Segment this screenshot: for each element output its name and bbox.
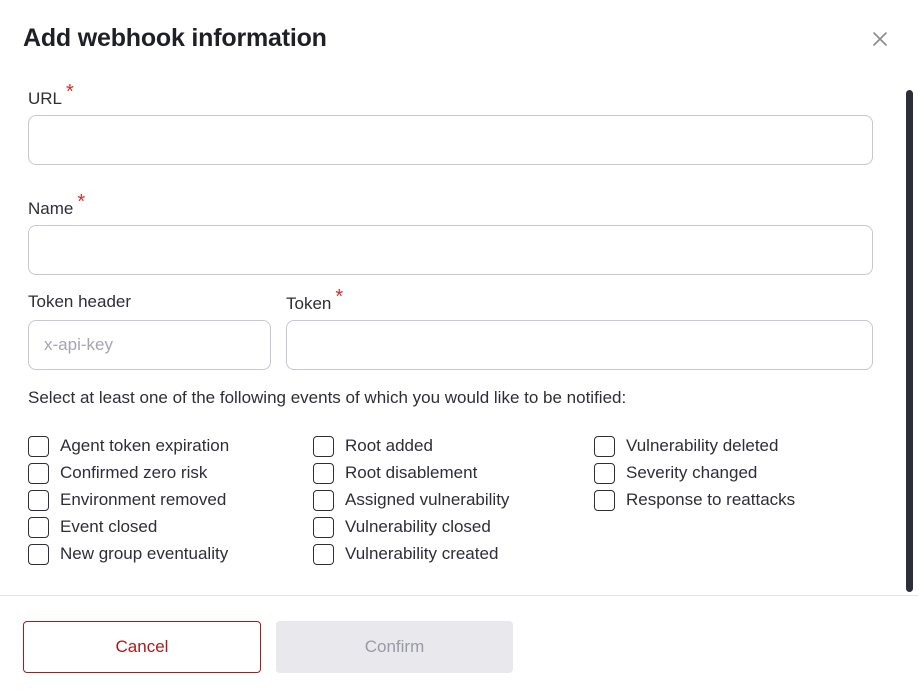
- checkbox[interactable]: [313, 462, 334, 484]
- checkbox-label: Response to reattacks: [626, 490, 796, 509]
- event-checkbox-vulnerability-created[interactable]: Vulnerability created: [313, 543, 498, 565]
- url-required-mark: *: [66, 81, 74, 103]
- event-checkbox-root-disablement[interactable]: Root disablement: [313, 462, 477, 484]
- event-checkbox-confirmed-zero-risk[interactable]: Confirmed zero risk: [28, 462, 207, 484]
- checkbox-label: Agent token expiration: [60, 436, 230, 455]
- url-label: URL *: [28, 81, 74, 110]
- confirm-button[interactable]: Confirm: [276, 621, 513, 673]
- checkbox[interactable]: [313, 516, 334, 538]
- event-checkbox-event-closed[interactable]: Event closed: [28, 516, 157, 538]
- checkbox[interactable]: [313, 435, 334, 457]
- event-checkbox-vulnerability-closed[interactable]: Vulnerability closed: [313, 516, 491, 538]
- checkbox[interactable]: [594, 462, 615, 484]
- checkbox-label: Root disablement: [345, 463, 478, 482]
- token-header-label: Token header: [28, 292, 132, 311]
- checkbox-label: Severity changed: [626, 463, 758, 482]
- checkbox-label: Vulnerability deleted: [626, 436, 779, 455]
- name-required-mark: *: [77, 191, 86, 213]
- event-checkbox-assigned-vulnerability[interactable]: Assigned vulnerability: [313, 489, 509, 511]
- checkbox[interactable]: [28, 543, 49, 565]
- checkbox[interactable]: [313, 543, 334, 565]
- checkbox[interactable]: [594, 435, 615, 457]
- checkbox-label: Assigned vulnerability: [345, 490, 510, 509]
- token-label-text: Token: [286, 294, 332, 313]
- cancel-button[interactable]: Cancel: [23, 621, 261, 673]
- event-checkbox-new-group-eventuality[interactable]: New group eventuality: [28, 543, 228, 565]
- event-checkbox-agent-token-expiration[interactable]: Agent token expiration: [28, 435, 229, 457]
- close-button[interactable]: [868, 27, 892, 51]
- modal-title: Add webhook information: [23, 24, 327, 52]
- checkbox[interactable]: [28, 462, 49, 484]
- url-input[interactable]: [28, 115, 873, 165]
- event-checkbox-response-to-reattacks[interactable]: Response to reattacks: [594, 489, 795, 511]
- checkbox-label: Vulnerability created: [345, 544, 499, 563]
- token-label: Token *: [286, 286, 343, 315]
- checkbox[interactable]: [28, 516, 49, 538]
- close-icon: [873, 32, 887, 46]
- checkbox[interactable]: [28, 489, 49, 511]
- footer-divider: [0, 595, 918, 596]
- event-checkbox-severity-changed[interactable]: Severity changed: [594, 462, 757, 484]
- checkbox[interactable]: [28, 435, 49, 457]
- name-input[interactable]: [28, 225, 873, 275]
- url-label-text: URL: [28, 89, 63, 108]
- checkbox[interactable]: [594, 489, 615, 511]
- checkbox-label: Event closed: [60, 517, 158, 536]
- checkbox-label: Environment removed: [60, 490, 227, 509]
- name-label-text: Name: [28, 199, 74, 218]
- event-checkbox-root-added[interactable]: Root added: [313, 435, 433, 457]
- token-header-input[interactable]: [28, 320, 271, 370]
- checkbox[interactable]: [313, 489, 334, 511]
- event-checkbox-environment-removed[interactable]: Environment removed: [28, 489, 226, 511]
- checkbox-label: Vulnerability closed: [345, 517, 491, 536]
- name-label: Name *: [28, 191, 85, 220]
- checkbox-label: Confirmed zero risk: [60, 463, 208, 482]
- checkbox-label: Root added: [345, 436, 433, 455]
- token-input[interactable]: [286, 320, 873, 370]
- token-required-mark: *: [335, 286, 344, 308]
- event-checkbox-vulnerability-deleted[interactable]: Vulnerability deleted: [594, 435, 778, 457]
- events-instruction: Select at least one of the following eve…: [28, 388, 627, 407]
- webhook-modal: Add webhook information URL * Name * Token…: [0, 0, 918, 697]
- checkbox-label: New group eventuality: [60, 544, 229, 563]
- scrollbar-thumb[interactable]: [906, 90, 913, 592]
